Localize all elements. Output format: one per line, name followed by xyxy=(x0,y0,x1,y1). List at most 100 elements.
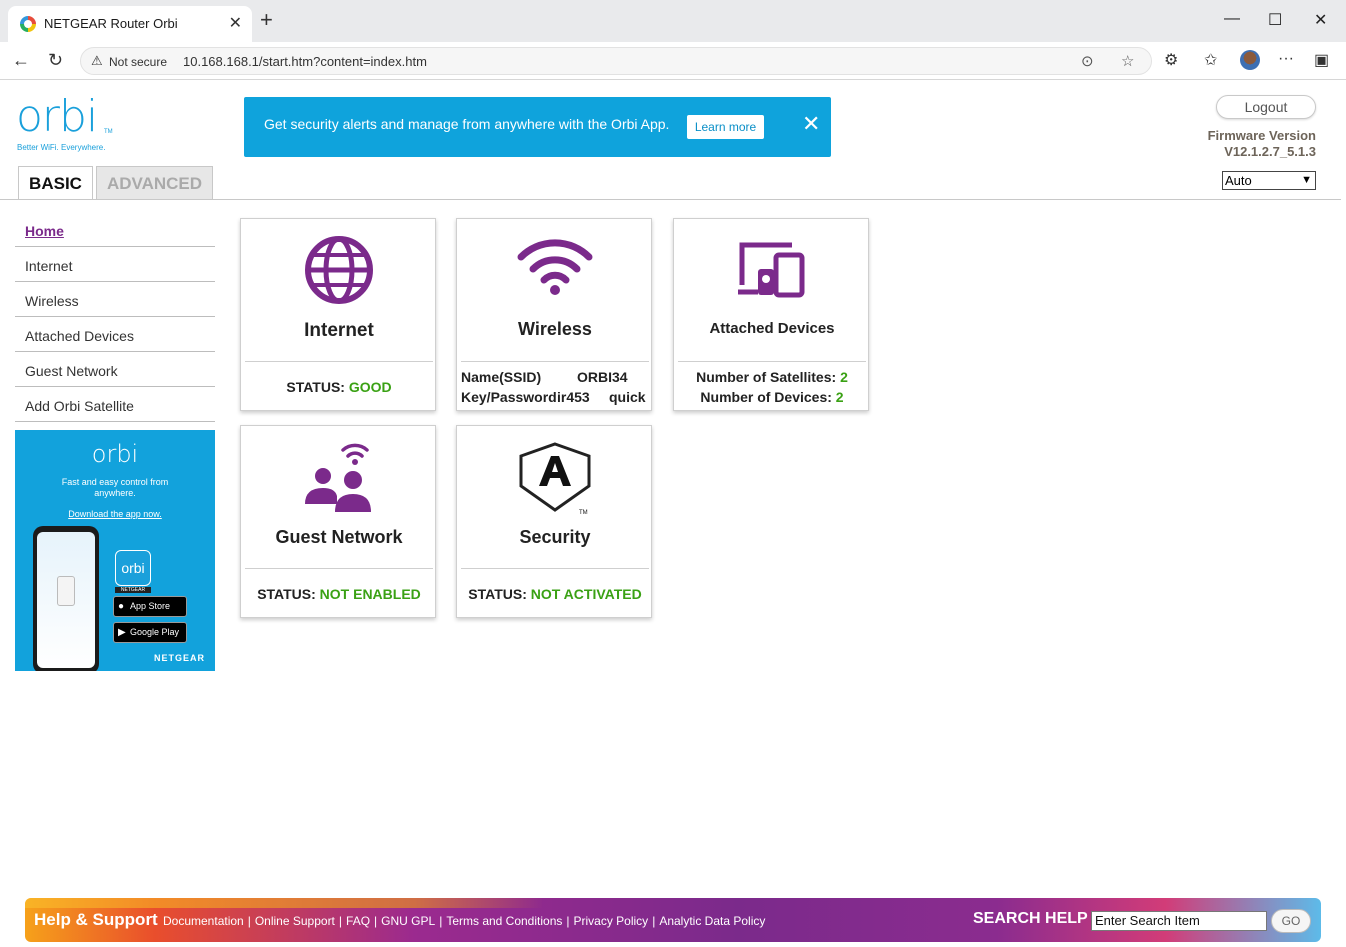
promo-netgear-brand: NETGEAR xyxy=(153,653,205,663)
sidebar-item-add-satellite[interactable]: Add Orbi Satellite xyxy=(15,387,215,422)
warning-icon[interactable]: ⚠ xyxy=(91,53,103,69)
url-text[interactable]: 10.168.168.1/start.htm?content=index.htm xyxy=(183,54,427,69)
devices-label: Number of Devices: xyxy=(700,389,832,405)
footer-stripe xyxy=(25,898,1321,908)
favorite-star-icon[interactable]: ☆ xyxy=(1121,52,1134,70)
google-play-button[interactable]: ▶ Google Play xyxy=(113,622,187,643)
internet-card-title: Internet xyxy=(304,320,374,341)
phone-router-image xyxy=(57,576,75,606)
orbi-tagline: Better WiFi. Everywhere. xyxy=(17,143,106,152)
sidebar-toggle-icon[interactable]: ▣ xyxy=(1314,50,1329,70)
phone-screen xyxy=(37,532,95,668)
internet-card[interactable]: Internet STATUS: GOOD xyxy=(240,218,436,411)
key-label: Key/Password xyxy=(461,389,557,405)
reading-icon[interactable]: ⊙ xyxy=(1081,52,1094,70)
security-label[interactable]: Not secure xyxy=(109,55,167,69)
profile-avatar[interactable] xyxy=(1240,50,1260,70)
browser-tab[interactable]: NETGEAR Router Orbi ✕ xyxy=(8,6,252,42)
tab-divider xyxy=(0,199,1341,200)
attached-card-title: Attached Devices xyxy=(709,320,835,337)
language-value: Auto xyxy=(1225,173,1252,188)
close-window-icon[interactable]: ✕ xyxy=(1314,10,1327,30)
tab-advanced[interactable]: ADVANCED xyxy=(96,166,213,200)
attached-devices-card[interactable]: Attached Devices Number of Satellites: 2… xyxy=(673,218,869,411)
guest-card-title: Guest Network xyxy=(275,527,403,547)
netgear-favicon-icon xyxy=(20,16,36,32)
orbi-logo: orbi xyxy=(16,91,98,142)
browser-toolbar: ← ↻ ⚠ Not secure 10.168.168.1/start.htm?… xyxy=(0,42,1346,80)
sidebar-item-attached-devices[interactable]: Attached Devices xyxy=(15,317,215,352)
language-select[interactable]: Auto ▼ xyxy=(1222,171,1316,190)
satellites-count: Number of Satellites: 2 xyxy=(674,369,870,385)
help-support-footer: Help & Support Documentation | Online Supp… xyxy=(25,898,1321,942)
extensions-icon[interactable]: ⚙ xyxy=(1164,50,1178,70)
internet-status-value: GOOD xyxy=(348,379,392,395)
card-divider xyxy=(245,568,433,569)
sidebar-nav: Home Internet Wireless Attached Devices … xyxy=(15,212,215,422)
logout-button[interactable]: Logout xyxy=(1216,95,1316,119)
devices-icon xyxy=(674,235,870,315)
internet-status: STATUS: GOOD xyxy=(241,379,437,395)
banner-close-icon[interactable]: ✕ xyxy=(802,111,820,137)
back-icon[interactable]: ← xyxy=(12,50,30,71)
minimize-icon[interactable]: — xyxy=(1224,10,1240,28)
address-bar[interactable]: ⚠ Not secure 10.168.168.1/start.htm?cont… xyxy=(80,47,1152,75)
favorites-icon[interactable]: ✩ xyxy=(1204,50,1217,70)
card-divider xyxy=(245,361,433,362)
security-card[interactable]: TM Security STATUS: NOT ACTIVATED xyxy=(456,425,652,618)
firmware-version: V12.1.2.7_5.1.3 xyxy=(1224,144,1316,159)
wireless-card[interactable]: Wireless Name(SSID) ORBI34 Key/Password … xyxy=(456,218,652,411)
guest-status-label: STATUS: xyxy=(257,586,316,602)
footer-link-gnu-gpl[interactable]: GNU GPL xyxy=(381,914,435,928)
orbi-app-icon: orbi xyxy=(115,550,151,586)
wifi-icon xyxy=(457,235,653,315)
internet-status-label: STATUS: xyxy=(286,379,345,395)
more-icon[interactable]: ··· xyxy=(1278,50,1294,68)
footer-link-online-support[interactable]: Online Support xyxy=(255,914,335,928)
ssid-value: ORBI34 xyxy=(577,369,628,385)
app-download-promo[interactable]: orbi Fast and easy control from anywhere… xyxy=(15,430,215,671)
sidebar-item-wireless[interactable]: Wireless xyxy=(15,282,215,317)
close-tab-icon[interactable]: ✕ xyxy=(229,13,242,33)
security-status: STATUS: NOT ACTIVATED xyxy=(457,586,653,602)
promo-text: Fast and easy control from anywhere. xyxy=(15,477,215,499)
search-help-label: SEARCH HELP xyxy=(973,910,1088,927)
key-value: ir453 xyxy=(557,389,590,405)
satellites-value: 2 xyxy=(840,369,848,385)
sidebar-item-home[interactable]: Home xyxy=(15,212,215,247)
browser-titlebar: NETGEAR Router Orbi ✕ + — ☐ ✕ xyxy=(0,0,1346,42)
sidebar-item-internet[interactable]: Internet xyxy=(15,247,215,282)
key-value-overflow: quick xyxy=(609,389,646,405)
search-help-input[interactable]: Enter Search Item xyxy=(1091,911,1267,931)
footer-link-analytic[interactable]: Analytic Data Policy xyxy=(659,914,765,928)
footer-link-faq[interactable]: FAQ xyxy=(346,914,370,928)
app-store-label: App Store xyxy=(130,601,171,611)
devices-count: Number of Devices: 2 xyxy=(674,389,870,405)
separator: | xyxy=(652,914,656,928)
refresh-icon[interactable]: ↻ xyxy=(48,50,63,71)
separator: | xyxy=(247,914,251,928)
security-status-value: NOT ACTIVATED xyxy=(530,586,642,602)
search-go-button[interactable]: GO xyxy=(1271,909,1311,933)
phone-image xyxy=(33,526,99,671)
orbi-trademark: TM xyxy=(104,129,113,135)
guest-status: STATUS: NOT ENABLED xyxy=(241,586,437,602)
maximize-icon[interactable]: ☐ xyxy=(1268,10,1282,30)
satellites-label: Number of Satellites: xyxy=(696,369,837,385)
app-store-button[interactable]: ● App Store xyxy=(113,596,187,617)
footer-links: Documentation | Online Support | FAQ | GNU GPL… xyxy=(163,914,765,928)
firmware-label: Firmware Version xyxy=(1207,128,1316,143)
new-tab-icon[interactable]: + xyxy=(260,8,273,32)
wireless-card-title: Wireless xyxy=(518,319,592,339)
tab-basic[interactable]: BASIC xyxy=(18,166,93,200)
guest-network-card[interactable]: Guest Network STATUS: NOT ENABLED xyxy=(240,425,436,618)
footer-link-terms[interactable]: Terms and Conditions xyxy=(446,914,562,928)
learn-more-button[interactable]: Learn more xyxy=(687,115,764,139)
apple-icon: ● xyxy=(118,601,125,612)
sidebar-item-guest-network[interactable]: Guest Network xyxy=(15,352,215,387)
download-app-link[interactable]: Download the app now. xyxy=(15,509,215,519)
footer-link-documentation[interactable]: Documentation xyxy=(163,914,244,928)
footer-link-privacy[interactable]: Privacy Policy xyxy=(574,914,649,928)
separator: | xyxy=(566,914,570,928)
separator: | xyxy=(374,914,378,928)
